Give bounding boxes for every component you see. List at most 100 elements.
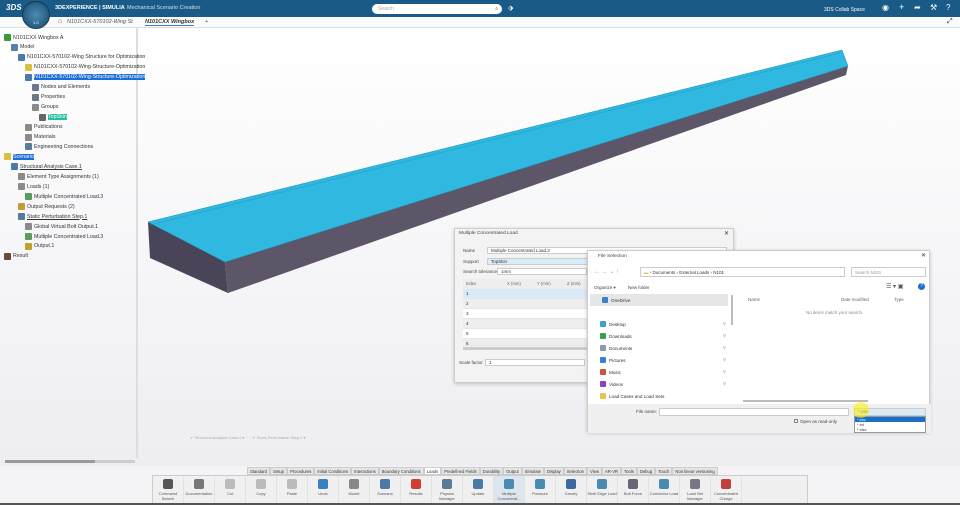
tree-item[interactable]: Groups: [32, 103, 58, 112]
table-row[interactable]: 6: [463, 339, 588, 346]
tree-item[interactable]: N101CXX-570102-Wing Structure for Optimi…: [18, 53, 145, 62]
nav-scrollbar[interactable]: [731, 295, 733, 325]
ribbon-tab[interactable]: Predefined Fields: [441, 467, 480, 475]
tool-button[interactable]: Command Search: [153, 476, 184, 504]
nav-item[interactable]: Desktop: [600, 321, 626, 327]
view-options-icon[interactable]: ☰ ▾ ▣: [886, 283, 903, 290]
ribbon-tab[interactable]: View: [586, 467, 602, 475]
ribbon-tab[interactable]: Loads: [423, 467, 442, 475]
address-bar[interactable]: ▬ › Documents › External Loads › N101: [640, 267, 845, 277]
tool-button[interactable]: Shell Edge Load: [587, 476, 618, 504]
close-icon[interactable]: ✕: [921, 252, 926, 259]
tree-item[interactable]: Scenario: [4, 152, 34, 161]
tree-item[interactable]: Model: [11, 43, 34, 52]
tool-button[interactable]: Multiple Concentrat...: [494, 476, 525, 504]
tree-item[interactable]: Output.1: [25, 242, 54, 251]
tree-item[interactable]: Static Perturbation Step.1: [18, 212, 87, 221]
tool-button[interactable]: Model: [339, 476, 370, 504]
tool-button[interactable]: Update: [463, 476, 494, 504]
ribbon-tab[interactable]: Interactions: [351, 467, 379, 475]
ribbon-tab[interactable]: Output: [503, 467, 522, 475]
scale-factor-field[interactable]: 1: [485, 359, 585, 366]
tool-button[interactable]: Results: [401, 476, 432, 504]
tool-button[interactable]: Load Set Manager: [680, 476, 711, 504]
nav-item[interactable]: Load Cases and Load Sets: [600, 393, 664, 399]
ribbon-tab[interactable]: Setup: [270, 467, 287, 475]
pin-icon[interactable]: ⚲: [723, 321, 726, 326]
tree-item[interactable]: Result: [4, 252, 28, 261]
table-row[interactable]: 4: [463, 319, 588, 329]
folder-search-input[interactable]: Search N101: [851, 267, 926, 277]
tree-item[interactable]: TopSkin: [39, 113, 67, 122]
column-type[interactable]: Type: [894, 297, 904, 302]
ribbon-tab[interactable]: Debug: [636, 467, 656, 475]
ribbon-tab[interactable]: Selection: [563, 467, 587, 475]
tree-item[interactable]: Global Virtual Bolt Output.1: [25, 222, 98, 231]
organize-menu[interactable]: Organize ▾: [594, 285, 616, 291]
tree-item[interactable]: Nodes and Elements: [32, 83, 90, 92]
tolerance-field[interactable]: 1mm: [497, 268, 587, 275]
tool-button[interactable]: Pressure: [525, 476, 556, 504]
tool-button[interactable]: Scenario: [370, 476, 401, 504]
ribbon-tab[interactable]: Display: [544, 467, 564, 475]
tool-button[interactable]: Concentrated Charge: [711, 476, 742, 504]
ribbon-tab[interactable]: Non linear versioning: [672, 467, 718, 475]
table-row[interactable]: 1: [463, 289, 588, 299]
tree-item[interactable]: Multiple Concentrated Load.3: [25, 232, 103, 241]
compass[interactable]: 1.0: [22, 1, 50, 29]
tree-item[interactable]: Output Requests (2): [18, 202, 75, 211]
column-name[interactable]: Name: [748, 297, 760, 302]
table-scrollbar[interactable]: [463, 347, 588, 350]
tool-button[interactable]: Paste: [277, 476, 308, 504]
tree-scrollbar[interactable]: [5, 460, 135, 463]
ribbon-tab[interactable]: AR-VR: [602, 467, 622, 475]
pin-icon[interactable]: ⚲: [723, 369, 726, 374]
readonly-checkbox[interactable]: [794, 419, 798, 423]
nav-item[interactable]: Downloads: [600, 333, 632, 339]
tool-button[interactable]: Physics Manager: [432, 476, 463, 504]
tree-item[interactable]: Materials: [25, 133, 56, 142]
nav-item[interactable]: Music: [600, 369, 621, 375]
help-icon[interactable]: ?: [918, 283, 925, 290]
pin-icon[interactable]: ⚲: [723, 345, 726, 350]
table-row[interactable]: 5: [463, 329, 588, 339]
ribbon-tab[interactable]: Procedures: [286, 467, 315, 475]
pin-icon[interactable]: ⚲: [723, 381, 726, 386]
back-icon[interactable]: ← → ⌄ ↑: [594, 268, 619, 275]
tree-item[interactable]: Properties: [32, 93, 65, 102]
tool-button[interactable]: Documentation: [184, 476, 215, 504]
tree-item[interactable]: Structural Analysis Case.1: [11, 162, 82, 171]
status-chip[interactable]: ✔ Structural Analysis Case.1 ▾: [190, 435, 244, 440]
ribbon-tab[interactable]: Initial Conditions: [314, 467, 352, 475]
h-scrollbar[interactable]: [743, 400, 868, 402]
tree-item[interactable]: N101CXX Wingbox A: [4, 33, 63, 42]
ribbon-tab[interactable]: Standard: [247, 467, 270, 475]
tool-button[interactable]: Gravity: [556, 476, 587, 504]
nav-item[interactable]: Videos: [600, 381, 623, 387]
ribbon-tab[interactable]: Simulate: [521, 467, 545, 475]
ribbon-tab[interactable]: Durability: [479, 467, 504, 475]
filename-input[interactable]: [659, 408, 849, 416]
ribbon-tab[interactable]: Touch: [655, 467, 673, 475]
table-row[interactable]: 2: [463, 299, 588, 309]
nav-item[interactable]: OneDrive: [602, 297, 630, 303]
tree-item[interactable]: N101CXX-570102-Wing-Structure-Optimizati…: [25, 63, 145, 72]
tool-button[interactable]: Undo: [308, 476, 339, 504]
tree-item[interactable]: N101CXX-570102-Wing-Structure-Optimizati…: [25, 73, 146, 82]
tree-item[interactable]: Loads (1): [18, 182, 49, 191]
column-date-modified[interactable]: Date modified: [841, 297, 869, 302]
pin-icon[interactable]: ⚲: [723, 357, 726, 362]
tree-item[interactable]: Element Type Assignments (1): [18, 172, 99, 181]
nav-item[interactable]: Documents: [600, 345, 632, 351]
status-chip[interactable]: ✔ Static Perturbation Step.1 ▾: [252, 435, 305, 440]
table-row[interactable]: 3: [463, 309, 588, 319]
close-icon[interactable]: ✕: [724, 230, 729, 237]
tool-button[interactable]: Cut: [215, 476, 246, 504]
pin-icon[interactable]: ⚲: [723, 333, 726, 338]
ribbon-tab[interactable]: Tools: [621, 467, 637, 475]
nav-item[interactable]: Pictures: [600, 357, 626, 363]
tree-splitter[interactable]: [136, 28, 138, 458]
tool-button[interactable]: Copy: [246, 476, 277, 504]
tree-item[interactable]: Engineering Connections: [25, 142, 93, 151]
tree-item[interactable]: Publications: [25, 123, 63, 132]
